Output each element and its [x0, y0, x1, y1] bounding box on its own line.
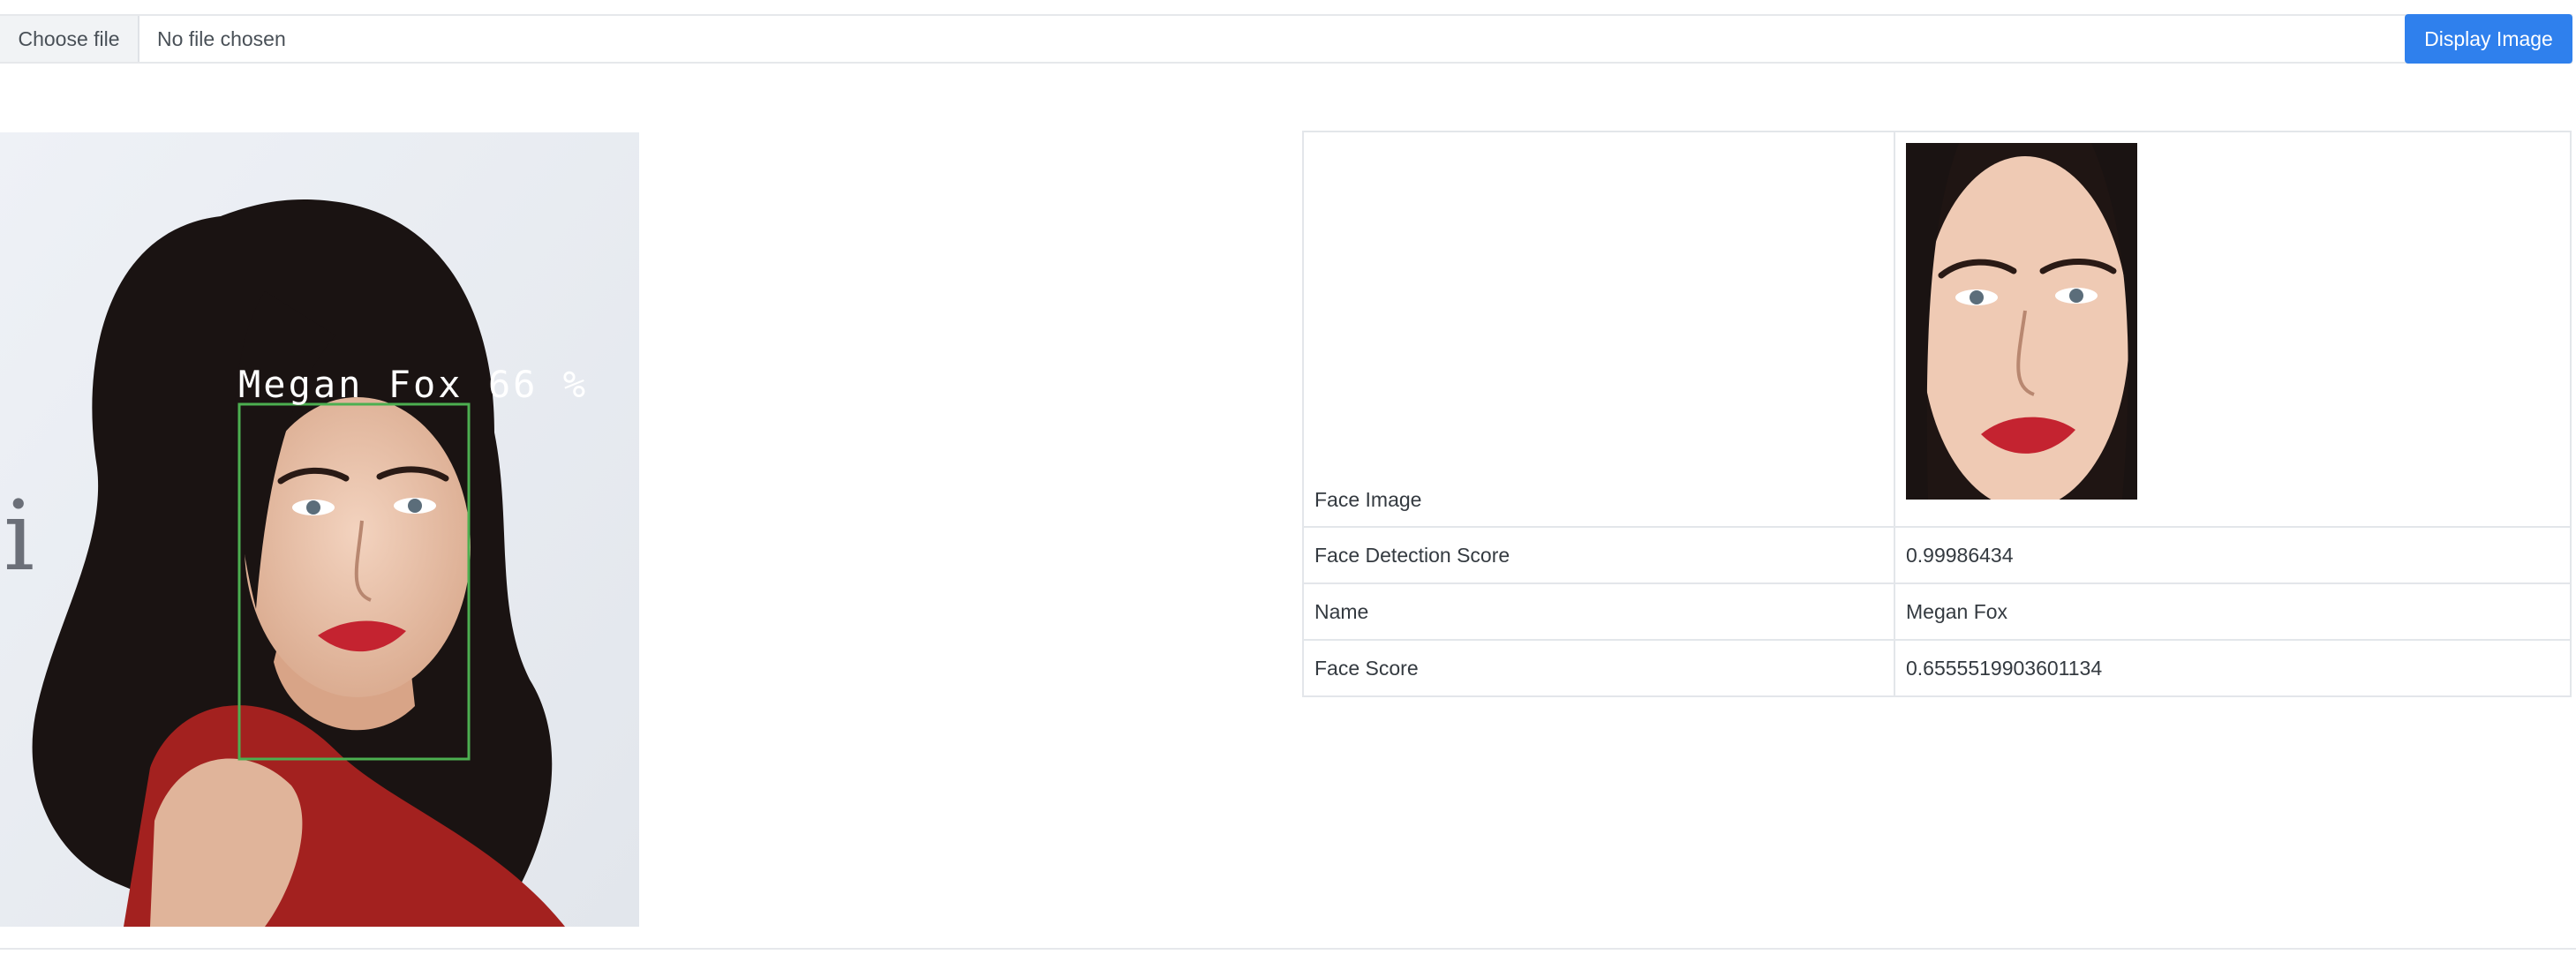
detection-score-label: Face Detection Score: [1302, 526, 1895, 584]
detection-label: Megan Fox 66 %: [238, 363, 588, 406]
face-thumbnail: [1906, 143, 2137, 500]
face-score-value: 0.6555519903601134: [1894, 639, 2572, 697]
file-status-text: No file chosen: [157, 26, 286, 50]
table-row: Face Detection Score 0.99986434: [1302, 526, 2572, 584]
table-row: Face Score 0.6555519903601134: [1302, 639, 2572, 697]
table-row: Face Image: [1302, 131, 2572, 528]
name-label: Name: [1302, 582, 1895, 641]
name-value: Megan Fox: [1894, 582, 2572, 641]
face-crop-illustration: [1906, 143, 2137, 500]
background-letter: i: [4, 479, 34, 592]
face-recognition-page: Choose file No file chosen Display Image…: [0, 0, 2576, 962]
annotated-image: i Megan Fox 66 %: [0, 132, 639, 927]
detection-score-value: 0.99986434: [1894, 526, 2572, 584]
table-row: Name Megan Fox: [1302, 582, 2572, 641]
results-table: Face Image Face Detection Score 0.999864…: [1302, 131, 2572, 697]
file-input-group: Choose file No file chosen Display Image: [0, 14, 2572, 64]
face-image-label: Face Image: [1302, 131, 1895, 528]
divider: [0, 948, 2576, 950]
face-score-label: Face Score: [1302, 639, 1895, 697]
choose-file-button[interactable]: Choose file: [0, 16, 139, 62]
display-image-button[interactable]: Display Image: [2405, 14, 2572, 64]
face-image-cell: [1894, 131, 2572, 528]
annotated-photo-illustration: i Megan Fox 66 %: [0, 132, 639, 927]
